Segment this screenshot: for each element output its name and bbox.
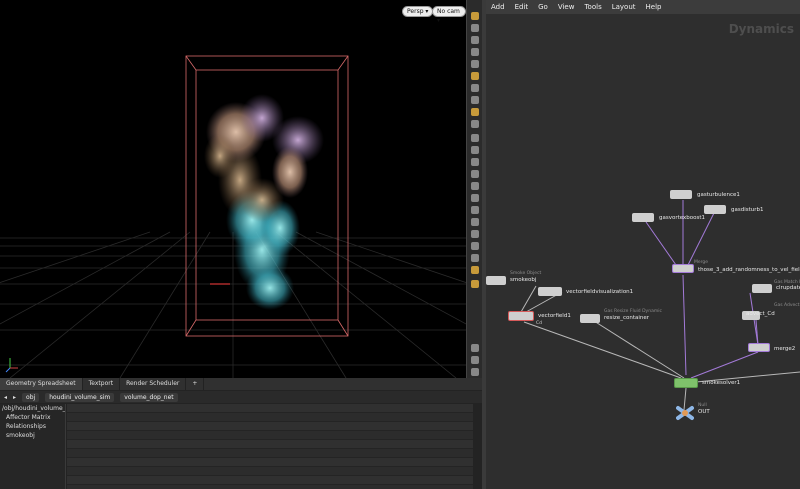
node-gasturbulence1[interactable] xyxy=(670,190,692,199)
frame-icon[interactable] xyxy=(471,254,479,262)
dot-icon[interactable] xyxy=(471,134,479,142)
node-label-gasdisturb1: gasdisturb1 xyxy=(731,207,764,213)
ground-grid xyxy=(0,231,466,378)
table-row xyxy=(67,449,473,458)
node-type-resize: Gas Resize Fluid Dynamic xyxy=(604,309,662,314)
table-row xyxy=(67,476,473,485)
node-label-resize-container: resize_container xyxy=(604,315,649,321)
select-tool-icon[interactable] xyxy=(471,12,479,20)
smoke-volume xyxy=(204,94,324,310)
node-label-advect-cd: advect_Cd xyxy=(746,311,775,317)
path-crumb-dopnet[interactable]: volume_dop_net xyxy=(120,392,178,402)
tree-item-smokeobj[interactable]: smokeobj xyxy=(0,431,65,440)
node-label-merge-randomness: those_3_add_randomness_to_vel_field xyxy=(698,267,800,273)
sphere-icon[interactable] xyxy=(471,60,479,68)
node-vectorfield1[interactable] xyxy=(508,311,534,321)
node-label-vectorfield1: vectorfield1 xyxy=(538,313,571,319)
node-out[interactable] xyxy=(676,404,694,422)
table-row xyxy=(67,404,473,413)
table-row xyxy=(67,458,473,467)
node-label-smokeobj: smokeobj xyxy=(510,277,537,283)
tab-textport[interactable]: Textport xyxy=(83,378,121,390)
table-row xyxy=(67,431,473,440)
bottom-pane: Geometry Spreadsheet Textport Render Sch… xyxy=(0,378,482,489)
node-label-merge2: merge2 xyxy=(774,346,796,352)
viewport-toolbar xyxy=(466,0,482,378)
dot2-icon[interactable] xyxy=(471,146,479,154)
scene-viewport[interactable]: Persp ▾ No cam ▾ xyxy=(0,0,466,378)
tree-item-affector-matrix[interactable]: Affector Matrix xyxy=(0,413,65,422)
tree-root[interactable]: /obj/houdini_volume_si xyxy=(0,404,65,413)
network-editor[interactable]: Add Edit Go View Tools Layout Help Dynam… xyxy=(486,0,800,489)
node-vectorfieldvisualization1[interactable] xyxy=(538,287,562,296)
node-label-gasvortexboost1: gasvortexboost1 xyxy=(659,215,706,221)
render-icon[interactable] xyxy=(471,266,479,274)
camera-tool-icon[interactable] xyxy=(471,24,479,32)
node-label-gasturbulence1: gasturbulence1 xyxy=(697,192,740,198)
table-row xyxy=(67,467,473,476)
viewport-canvas xyxy=(0,55,466,378)
lock-icon[interactable] xyxy=(471,36,479,44)
node-smokeobj[interactable] xyxy=(486,276,506,285)
node-type-smokeobj: Smoke Object xyxy=(510,271,542,276)
add-tab-button[interactable]: + xyxy=(186,378,205,390)
table-row xyxy=(67,413,473,422)
tab-render-scheduler[interactable]: Render Scheduler xyxy=(120,378,187,390)
camera-menu-button[interactable]: No cam ▾ xyxy=(432,6,466,24)
view-icon[interactable] xyxy=(471,48,479,56)
display-icon[interactable] xyxy=(471,72,479,80)
box-icon[interactable] xyxy=(471,242,479,250)
bg-icon[interactable] xyxy=(471,230,479,238)
node-type-advect: Gas Advect Field xyxy=(774,303,800,308)
node-merge-randomness[interactable] xyxy=(672,264,694,273)
edge-icon[interactable] xyxy=(471,158,479,166)
node-gasvortexboost1[interactable] xyxy=(632,213,654,222)
shade-icon[interactable] xyxy=(471,218,479,226)
node-gasdisturb1[interactable] xyxy=(704,205,726,214)
node-sub-vectorfield1: Cd xyxy=(536,321,542,326)
stats-icon[interactable] xyxy=(471,356,479,364)
spreadsheet-tree: /obj/houdini_volume_si Affector Matrix R… xyxy=(0,404,66,489)
grid-icon[interactable] xyxy=(471,194,479,202)
node-wires xyxy=(520,200,800,411)
normals-icon[interactable] xyxy=(471,170,479,178)
node-clrupdate[interactable] xyxy=(752,284,772,293)
vector-icon[interactable] xyxy=(471,182,479,190)
node-label-smokesolver1: smokesolver1 xyxy=(702,380,741,386)
path-crumb-obj[interactable]: obj xyxy=(22,392,40,402)
node-merge2[interactable] xyxy=(748,343,770,352)
pane-tabs: Geometry Spreadsheet Textport Render Sch… xyxy=(0,378,482,390)
light-icon[interactable] xyxy=(471,84,479,92)
bulb-icon[interactable] xyxy=(471,96,479,104)
node-type-merge: Merge xyxy=(694,260,709,265)
node-label-vectorfieldvisualization1: vectorfieldvisualization1 xyxy=(566,289,634,295)
null-node-icon xyxy=(676,406,694,420)
node-label-clrupdate: clrupdate xyxy=(776,285,800,291)
back-arrow-icon[interactable]: ◂ xyxy=(4,394,7,401)
wire-icon[interactable] xyxy=(471,206,479,214)
spreadsheet-grid[interactable] xyxy=(67,404,473,489)
table-row xyxy=(67,422,473,431)
info-icon[interactable] xyxy=(471,344,479,352)
node-smokesolver1[interactable] xyxy=(674,378,698,388)
tree-item-relationships[interactable]: Relationships xyxy=(0,422,65,431)
path-bar: ◂ ▸ obj houdini_volume_sim volume_dop_ne… xyxy=(0,391,482,403)
perspective-menu-button[interactable]: Persp ▾ xyxy=(402,6,434,17)
node-label-out: OUT xyxy=(698,409,710,415)
node-resize-container[interactable] xyxy=(580,314,600,323)
node-type-out: Null xyxy=(698,403,707,408)
forward-arrow-icon[interactable]: ▸ xyxy=(13,394,16,401)
path-crumb-sim[interactable]: houdini_volume_sim xyxy=(45,392,115,402)
snap-icon[interactable] xyxy=(471,108,479,116)
settings-icon[interactable] xyxy=(471,368,479,376)
tab-geometry-spreadsheet[interactable]: Geometry Spreadsheet xyxy=(0,378,83,390)
points-icon[interactable] xyxy=(471,120,479,128)
table-row xyxy=(67,440,473,449)
flipbook-icon[interactable] xyxy=(471,280,479,288)
